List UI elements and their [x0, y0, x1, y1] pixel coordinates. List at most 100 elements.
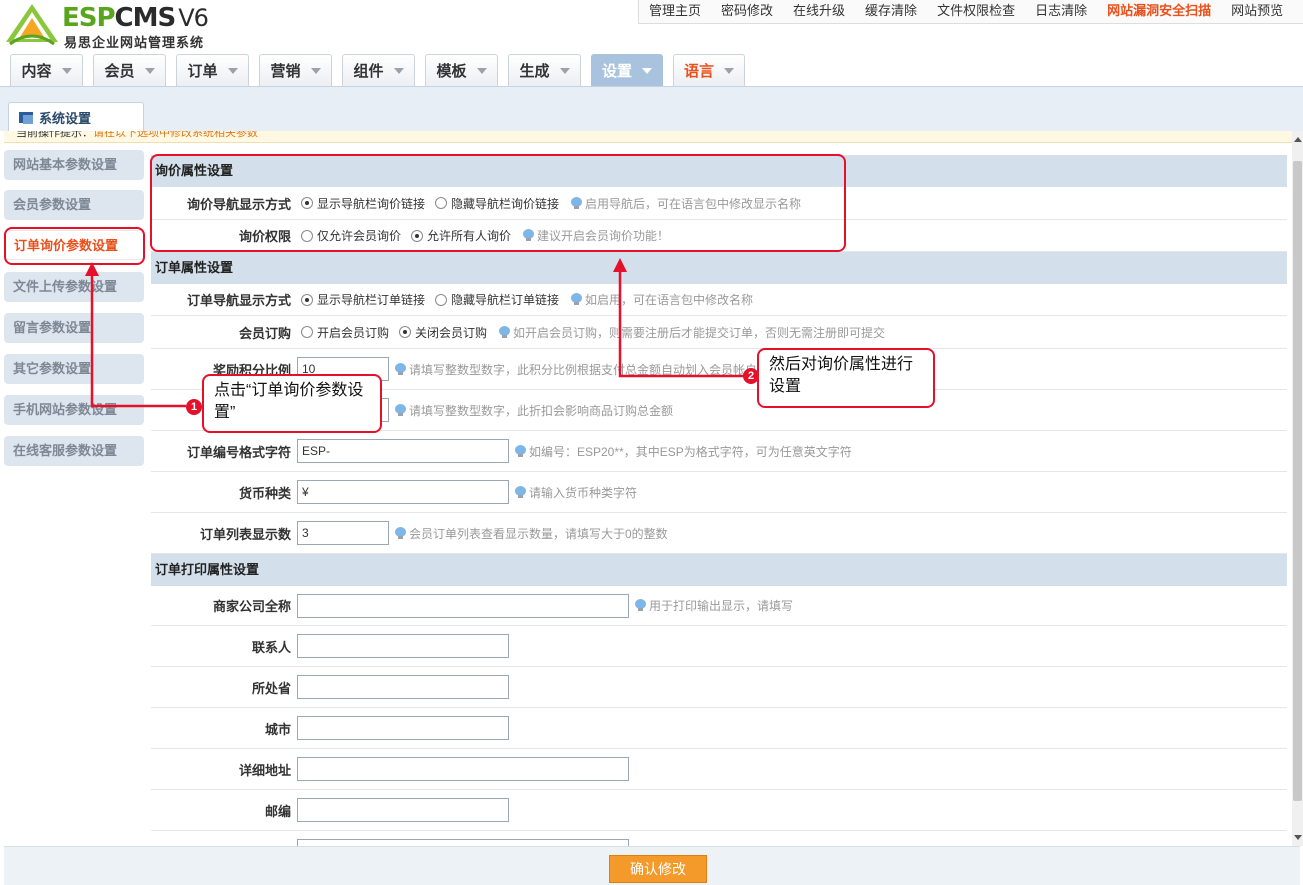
callout-step-2: 然后对询价属性进行设置 [757, 348, 935, 408]
menu-label: 语言 [683, 63, 714, 80]
tab-system-settings[interactable]: 系统设置 [8, 102, 144, 132]
topnav-file-permission[interactable]: 文件权限检查 [927, 0, 1025, 23]
topnav-upgrade[interactable]: 在线升级 [783, 0, 855, 23]
hint-label: 当前操作提示： [16, 131, 93, 139]
order-number-format-input[interactable] [297, 439, 509, 463]
menu-generate[interactable]: 生成 [508, 54, 581, 86]
scroll-up-icon[interactable] [1294, 137, 1302, 142]
lightbulb-icon [515, 444, 526, 458]
radio-show-order-link[interactable] [301, 293, 313, 306]
sidebar-item-other[interactable]: 其它参数设置 [4, 354, 144, 384]
radio-hide-order-link[interactable] [435, 293, 448, 306]
lightbulb-icon [635, 599, 646, 612]
field-tip: 用于打印输出显示，请填写 [649, 599, 794, 613]
window-icon [19, 112, 33, 124]
lightbulb-icon [515, 485, 526, 499]
top-nav: 管理主页 密码修改 在线升级 缓存清除 文件权限检查 日志清除 网站漏洞安全扫描… [638, 0, 1303, 24]
menu-language[interactable]: 语言 [673, 54, 745, 86]
menu-member[interactable]: 会员 [93, 54, 166, 86]
tab-label: 系统设置 [39, 111, 92, 126]
scrollbar[interactable] [1292, 131, 1303, 846]
currency-input[interactable] [297, 480, 509, 504]
tab-strip: 系统设置 [0, 86, 1303, 132]
sidebar-item-member[interactable]: 会员参数设置 [4, 190, 144, 220]
sidebar-item-upload[interactable]: 文件上传参数设置 [4, 272, 144, 302]
province-input[interactable] [297, 675, 509, 699]
chevron-down-icon [310, 67, 321, 74]
topnav-security-scan[interactable]: 网站漏洞安全扫描 [1097, 0, 1221, 23]
field-label: 所处省 [251, 680, 291, 696]
espcms-logo[interactable]: ESPCMS V6 易思企业网站管理系统 [4, 2, 224, 50]
menu-content[interactable]: 内容 [10, 54, 83, 86]
lightbulb-icon [395, 403, 406, 417]
radio-enable-member-order[interactable] [301, 326, 313, 338]
row-order-nav: 订单导航显示方式 显示导航栏订单链接 隐藏导航栏订单链接 如启用，可在语言包中修… [151, 284, 1287, 316]
chevron-down-icon [476, 67, 487, 74]
menu-label: 模板 [436, 63, 467, 80]
radio-label: 隐藏导航栏订单链接 [451, 293, 560, 307]
row-partial [151, 831, 1287, 846]
menu-label: 会员 [104, 63, 135, 80]
field-tip: 如启用，可在语言包中修改名称 [585, 293, 754, 307]
chevron-down-icon [144, 67, 155, 74]
scroll-down-icon[interactable] [1294, 835, 1302, 840]
topnav-password[interactable]: 密码修改 [711, 0, 783, 23]
radio-label: 显示导航栏订单链接 [317, 293, 426, 307]
section-print-title: 订单打印属性设置 [151, 554, 1287, 586]
sidebar-item-service[interactable]: 在线客服参数设置 [4, 436, 144, 466]
sidebar-item-basic[interactable]: 网站基本参数设置 [4, 150, 144, 180]
contact-input[interactable] [297, 634, 509, 658]
field-label: 货币种类 [238, 485, 291, 501]
field-tip: 请输入货币种类字符 [529, 485, 638, 500]
company-name-input[interactable] [297, 593, 629, 618]
brand-name: ESPCMS V6 [62, 3, 209, 33]
topnav-preview[interactable]: 网站预览 [1221, 0, 1293, 23]
field-tip: 会员订单列表查看显示数量，请填写大于0的整数 [409, 526, 668, 541]
footer-bar: 确认修改 [4, 846, 1300, 885]
logo-icon [6, 4, 58, 46]
confirm-button[interactable]: 确认修改 [609, 855, 707, 883]
menu-order[interactable]: 订单 [176, 54, 249, 86]
topnav-clear-cache[interactable]: 缓存清除 [855, 0, 927, 23]
order-list-count-input[interactable] [297, 521, 389, 545]
field-label: 订单导航显示方式 [186, 293, 291, 308]
brand-subtitle: 易思企业网站管理系统 [64, 35, 205, 50]
menu-label: 组件 [353, 63, 384, 80]
menu-label: 营销 [270, 63, 301, 80]
lightbulb-icon [499, 325, 511, 339]
menu-marketing[interactable]: 营销 [259, 54, 332, 86]
field-tip: 如开启会员订购，则需要注册后才能提交订单，否则无需注册即可提交 [513, 325, 886, 340]
row-contact: 联系人 [151, 626, 1287, 667]
step-badge-2: 2 [743, 368, 759, 384]
operation-hint: 当前操作提示：请在以下选项中修改系统相关参数 [4, 131, 1300, 143]
menu-template[interactable]: 模板 [425, 54, 498, 86]
field-label: 邮编 [264, 803, 291, 819]
menu-label: 订单 [187, 63, 218, 80]
field-label: 详细地址 [238, 762, 291, 778]
row-order-list-count: 订单列表显示数 会员订单列表查看显示数量，请填写大于0的整数 [151, 513, 1287, 554]
topnav-logout[interactable]: 退出 [1293, 0, 1303, 23]
sidebar-item-mobile[interactable]: 手机网站参数设置 [4, 395, 144, 425]
menu-settings[interactable]: 设置 [591, 54, 663, 86]
field-tip: 请填写整数型数字，此折扣会影响商品订购总金额 [409, 403, 674, 418]
callout-step-1: 点击“订单询价参数设置” [202, 374, 382, 433]
scroll-thumb[interactable] [1293, 161, 1302, 801]
topnav-home[interactable]: 管理主页 [639, 0, 711, 23]
menu-components[interactable]: 组件 [342, 54, 415, 86]
zip-input[interactable] [297, 798, 509, 822]
row-city: 城市 [151, 708, 1287, 749]
topnav-clear-log[interactable]: 日志清除 [1025, 0, 1097, 23]
chevron-down-icon [61, 67, 72, 74]
radio-disable-member-order[interactable] [399, 326, 412, 338]
row-member-order: 会员订购 开启会员订购 关闭会员订购 如开启会员订购，则需要注册后才能提交订单，… [151, 316, 1287, 349]
city-input[interactable] [297, 716, 509, 740]
partial-input[interactable] [297, 839, 629, 846]
chevron-down-icon [559, 67, 570, 74]
address-input[interactable] [297, 757, 629, 781]
field-label: 城市 [264, 721, 291, 737]
field-tip: 请填写整数型数字，此积分比例根据支付总金额自动划入会员帐户 [409, 362, 758, 377]
menu-label: 生成 [519, 63, 550, 80]
row-company-name: 商家公司全称 用于打印输出显示，请填写 [151, 586, 1287, 626]
field-label: 会员订购 [238, 325, 291, 341]
sidebar-item-message[interactable]: 留言参数设置 [4, 313, 144, 343]
